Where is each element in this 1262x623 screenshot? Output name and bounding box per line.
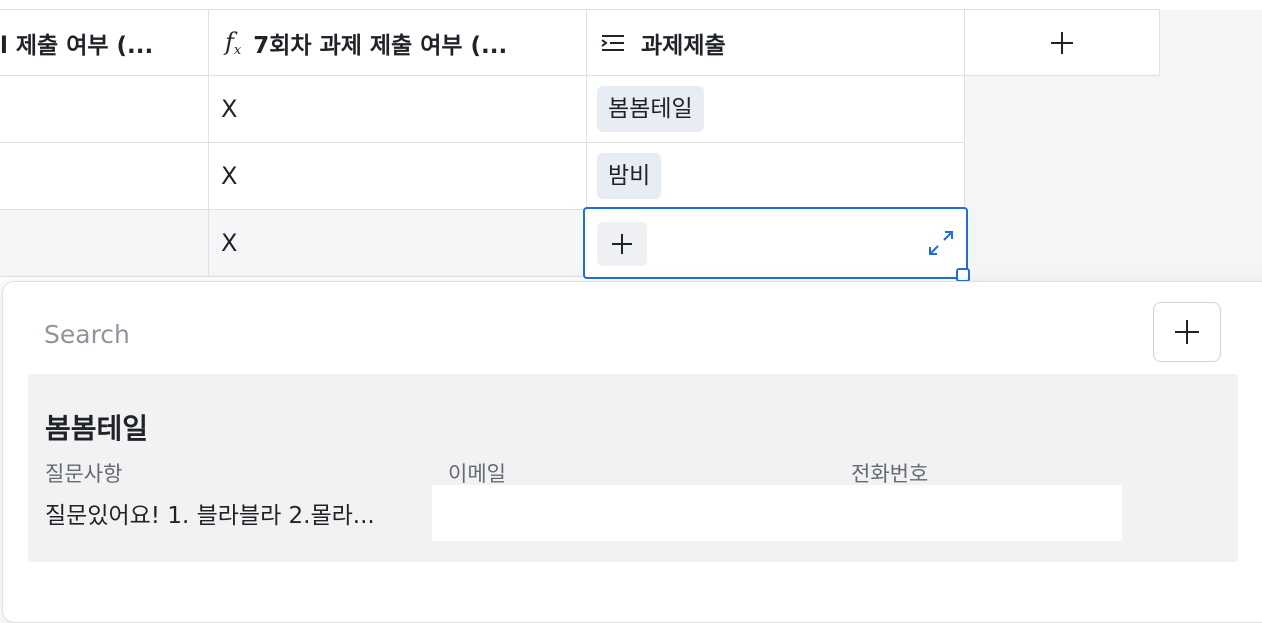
field-label-question: 질문사항 [45,462,123,486]
table-cell[interactable]: X [209,210,587,277]
column-header-3[interactable]: 과제제출 [587,10,965,76]
table-cell[interactable]: 밤비 [587,143,965,210]
column-header-2[interactable]: fx 7회차 과제 제출 여부 (... [209,10,587,76]
column-header-3-label: 과제제출 [641,32,726,59]
cell-text: X [221,162,238,190]
link-field-icon [599,31,627,55]
column-header-2-label: 7회차 과제 제출 여부 (... [253,32,508,59]
plus-icon [1173,318,1201,346]
table-cell[interactable] [0,210,209,277]
column-header-1-label: l 제출 여부 (... [0,32,154,59]
fill-handle[interactable] [956,268,970,282]
active-cell-editor[interactable] [583,207,968,279]
table-cell[interactable]: X [209,76,587,143]
field-label-phone: 전화번호 [851,462,929,486]
table-cell[interactable]: 봄봄테일 [587,76,965,143]
cell-text: X [221,95,238,123]
add-column-button[interactable] [965,10,1160,76]
column-header-1[interactable]: l 제출 여부 (... [0,10,209,76]
add-link-button[interactable] [597,222,647,266]
linked-record-tag[interactable]: 밤비 [597,153,662,199]
table-cell[interactable] [0,76,209,143]
field-values-empty [432,485,1122,541]
plus-icon [1049,30,1075,56]
cell-text: X [221,229,238,257]
table-cell[interactable] [0,143,209,210]
add-record-button[interactable] [1153,302,1221,362]
linked-record-tag[interactable]: 봄봄테일 [597,86,704,132]
field-value-question: 질문있어요! 1. 블라블라 2.몰라... [45,503,375,529]
field-label-email: 이메일 [448,462,506,486]
record-title: 봄봄테일 [45,412,149,445]
formula-icon: fx [225,27,242,58]
search-input[interactable] [44,316,1044,352]
plus-icon [610,232,634,256]
table-cell[interactable]: X [209,143,587,210]
expand-icon[interactable] [925,227,957,259]
